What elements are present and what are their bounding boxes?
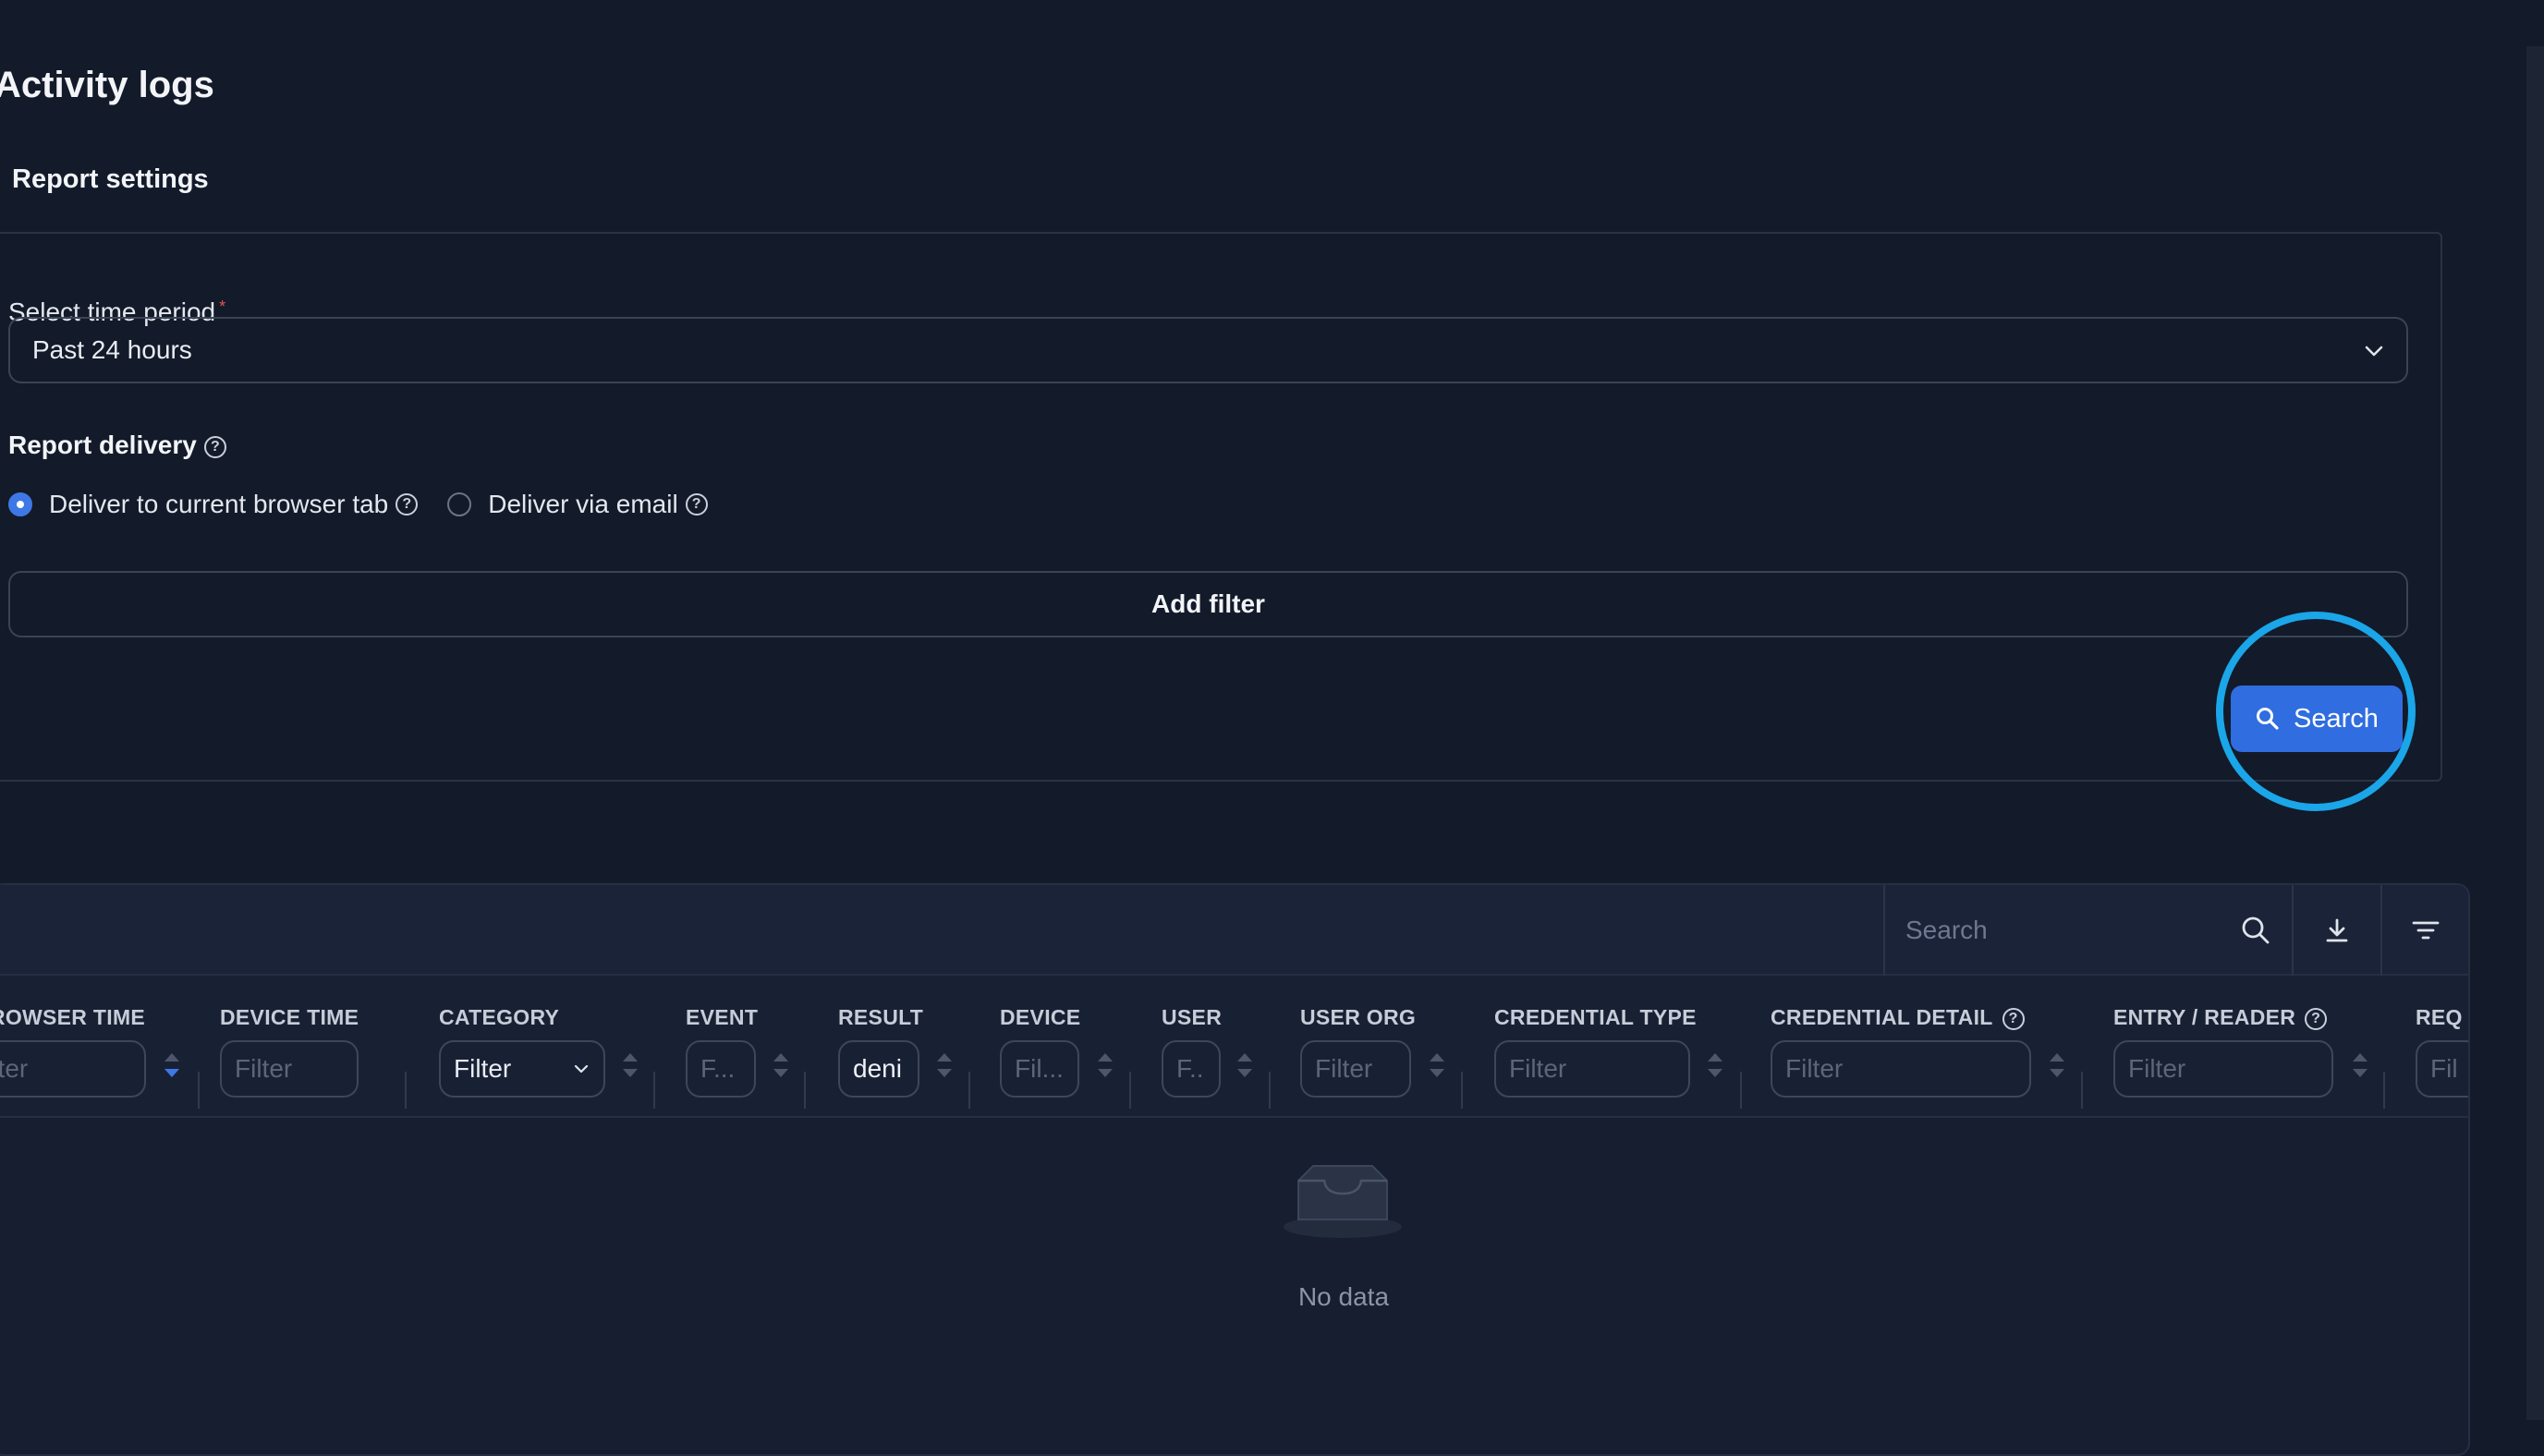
sort-icon[interactable]: [1098, 1051, 1113, 1085]
category-filter-select[interactable]: Filter: [439, 1040, 605, 1098]
table-search-placeholder: Search: [1905, 916, 1988, 944]
column-device-time: DEVICE TIME Filter: [220, 976, 414, 1118]
event-filter[interactable]: F...: [686, 1040, 756, 1098]
column-title: CATEGORY: [439, 1005, 560, 1029]
column-title: ENTRY / READER?: [2113, 1005, 2328, 1030]
deliver-browser-tab-label[interactable]: Deliver to current browser tab: [49, 490, 388, 519]
user-org-filter[interactable]: Filter: [1300, 1040, 1411, 1098]
column-title: RESULT: [838, 1005, 924, 1029]
delivery-options: Deliver to current browser tab ? Deliver…: [8, 490, 708, 519]
sort-icon[interactable]: [773, 1051, 788, 1085]
column-divider: [198, 1072, 200, 1109]
column-req: REQ Fil: [2416, 976, 2468, 1118]
column-divider: [968, 1072, 970, 1109]
sort-icon[interactable]: [2353, 1051, 2368, 1085]
column-title: EVENT: [686, 1005, 759, 1029]
time-period-value: Past 24 hours: [32, 335, 192, 364]
result-filter[interactable]: deni: [838, 1040, 919, 1098]
browser-time-filter[interactable]: Filter: [0, 1040, 146, 1098]
radio-deliver-browser-tab[interactable]: [8, 492, 32, 516]
column-browser-time: BROWSER TIME Filter: [0, 976, 200, 1118]
column-title: USER: [1162, 1005, 1223, 1029]
column-title: DEVICE TIME: [220, 1005, 359, 1029]
report-delivery-label-text: Report delivery: [8, 431, 197, 459]
column-entry-reader: ENTRY / READER? Filter: [2113, 976, 2418, 1118]
results-table: Search BROWSER TIME Filter DEVICE TIME F…: [0, 883, 2470, 1456]
column-divider: [1129, 1072, 1131, 1109]
column-user-org: USER ORG Filter: [1300, 976, 1485, 1118]
column-divider: [1740, 1072, 1742, 1109]
table-header-row: BROWSER TIME Filter DEVICE TIME Filter C…: [0, 976, 2468, 1118]
column-title: DEVICE: [1000, 1005, 1081, 1029]
column-divider: [2383, 1072, 2385, 1109]
time-period-select[interactable]: Past 24 hours: [8, 317, 2408, 383]
column-filter-button[interactable]: [2380, 885, 2468, 976]
page-scrollbar[interactable]: [2526, 46, 2544, 1420]
column-title-text: CREDENTIAL DETAIL: [1771, 1005, 1993, 1029]
sort-icon[interactable]: [623, 1051, 638, 1085]
sort-icon[interactable]: [164, 1051, 179, 1085]
add-filter-button[interactable]: Add filter: [8, 571, 2408, 637]
device-time-filter[interactable]: Filter: [220, 1040, 359, 1098]
empty-state-text: No data: [1297, 1282, 1390, 1311]
download-icon: [2326, 918, 2348, 942]
report-delivery-label: Report delivery?: [8, 431, 226, 460]
column-credential-detail: CREDENTIAL DETAIL? Filter: [1771, 976, 2103, 1118]
column-title: CREDENTIAL DETAIL?: [1771, 1005, 2025, 1030]
credential-detail-filter[interactable]: Filter: [1771, 1040, 2031, 1098]
required-mark: *: [219, 297, 226, 316]
credential-type-filter[interactable]: Filter: [1494, 1040, 1690, 1098]
help-icon[interactable]: ?: [685, 493, 708, 516]
sort-icon[interactable]: [1237, 1051, 1252, 1085]
req-filter[interactable]: Fil: [2416, 1040, 2468, 1098]
sort-icon[interactable]: [937, 1051, 952, 1085]
column-title: BROWSER TIME: [0, 1005, 146, 1029]
column-device: DEVICE Fil...: [1000, 976, 1148, 1118]
help-icon[interactable]: ?: [2002, 1007, 2025, 1030]
column-divider: [405, 1072, 407, 1109]
chevron-down-icon: [2365, 346, 2383, 357]
empty-state: No data: [0, 1118, 2468, 1454]
deliver-email-label[interactable]: Deliver via email: [488, 490, 677, 519]
help-icon[interactable]: ?: [396, 493, 419, 516]
category-filter-value: Filter: [454, 1054, 512, 1083]
column-divider: [653, 1072, 655, 1109]
search-icon[interactable]: [2240, 915, 2271, 946]
filter-lines-icon: [2412, 921, 2440, 940]
column-user: USER F..: [1162, 976, 1300, 1118]
radio-deliver-email[interactable]: [447, 492, 472, 516]
column-category: CATEGORY Filter: [439, 976, 661, 1118]
column-title: CREDENTIAL TYPE: [1494, 1005, 1697, 1029]
highlight-ring: [2216, 612, 2416, 811]
column-divider: [1461, 1072, 1463, 1109]
column-event: EVENT F...: [686, 976, 824, 1118]
table-toolbar: Search: [0, 885, 2468, 976]
report-settings-heading: Report settings: [12, 164, 209, 194]
download-button[interactable]: [2292, 885, 2380, 976]
help-icon[interactable]: ?: [203, 435, 226, 458]
entry-reader-filter[interactable]: Filter: [2113, 1040, 2333, 1098]
sort-icon[interactable]: [1708, 1051, 1722, 1085]
column-divider: [804, 1072, 806, 1109]
empty-inbox-icon: [1284, 1165, 1402, 1238]
help-icon[interactable]: ?: [2305, 1007, 2328, 1030]
column-divider: [1269, 1072, 1271, 1109]
page-title: Activity logs: [0, 65, 214, 105]
device-filter[interactable]: Fil...: [1000, 1040, 1079, 1098]
column-result: RESULT deni: [838, 976, 986, 1118]
column-title-text: ENTRY / READER: [2113, 1005, 2296, 1029]
column-credential-type: CREDENTIAL TYPE Filter: [1494, 976, 1762, 1118]
sort-icon[interactable]: [2050, 1051, 2064, 1085]
table-search-input[interactable]: Search: [1883, 885, 2292, 976]
chevron-down-icon: [574, 1064, 589, 1074]
column-divider: [2081, 1072, 2083, 1109]
column-title: REQ: [2416, 1005, 2463, 1029]
column-title: USER ORG: [1300, 1005, 1417, 1029]
user-filter[interactable]: F..: [1162, 1040, 1221, 1098]
sort-icon[interactable]: [1430, 1051, 1444, 1085]
